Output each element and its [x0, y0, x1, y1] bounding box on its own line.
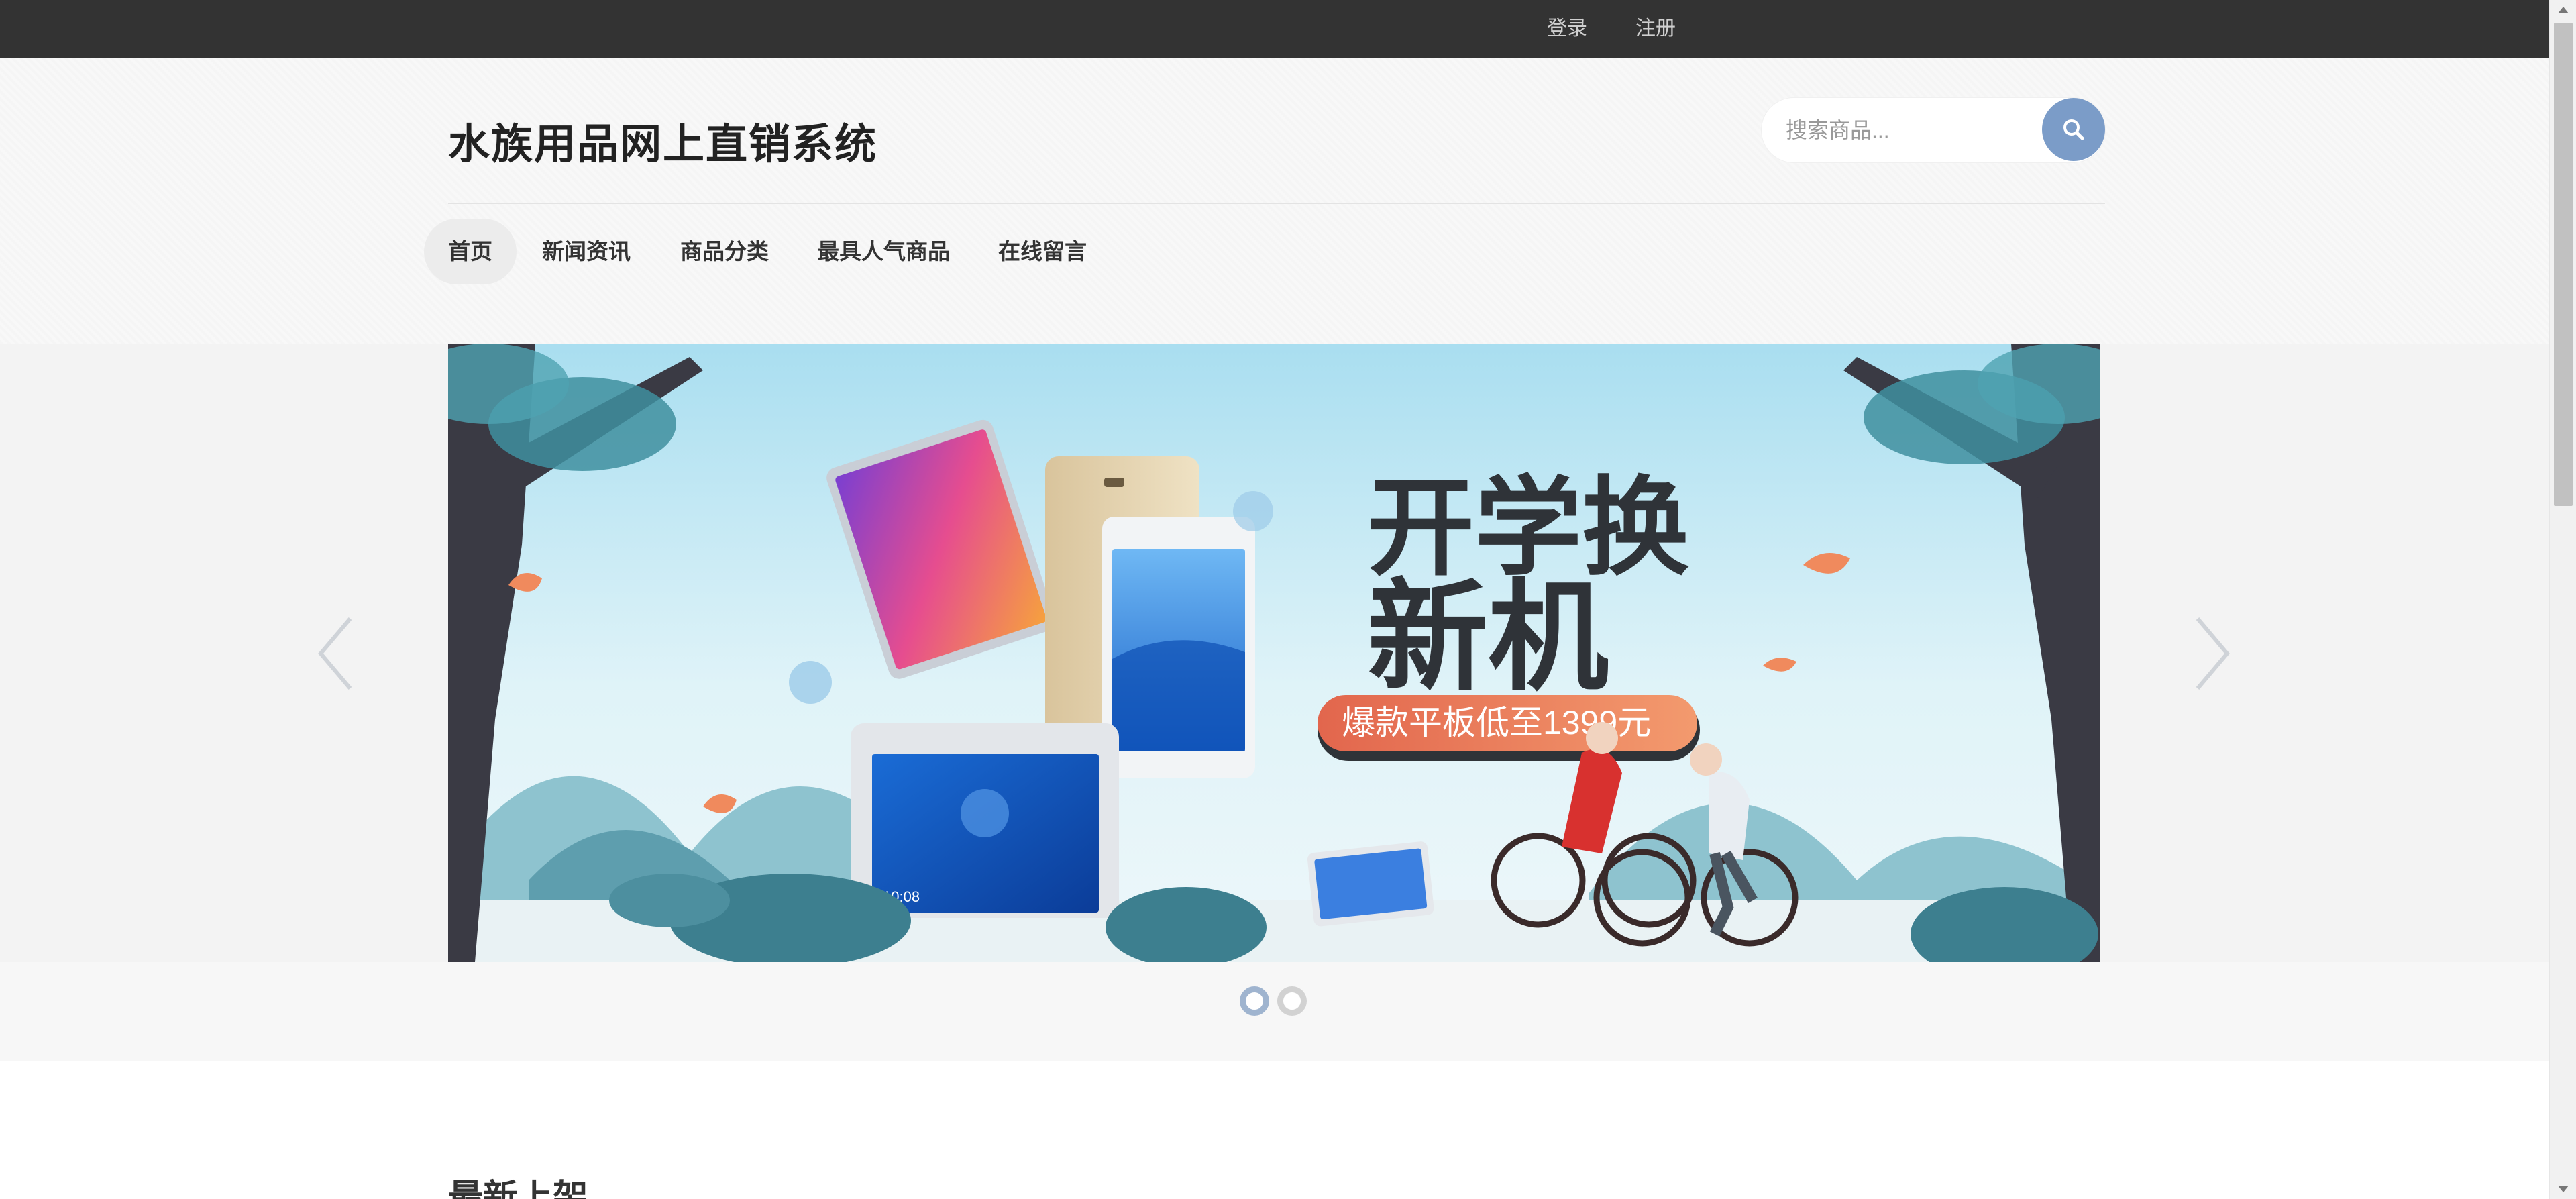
login-link[interactable]: 登录 [1547, 0, 1587, 58]
banner-slider: 10:08 开学换 新机 爆款平板低至1399元 [0, 344, 2549, 962]
header-divider [448, 203, 2105, 204]
site-title: 水族用品网上直销系统 [448, 121, 878, 168]
slide-dot-1[interactable] [1240, 986, 1269, 1016]
banner-image: 10:08 开学换 新机 爆款平板低至1399元 [448, 344, 2100, 962]
nav-item-popular[interactable]: 最具人气商品 [817, 219, 950, 284]
next-slide-arrow[interactable] [2192, 613, 2233, 694]
nav-item-message[interactable]: 在线留言 [998, 219, 1087, 284]
slide-dot-2[interactable] [1277, 986, 1307, 1016]
prev-slide-arrow[interactable] [315, 613, 356, 694]
scroll-down-arrow-icon[interactable] [2558, 1186, 2569, 1192]
latest-products-title: 最新上架 [448, 1178, 588, 1199]
banner-slide[interactable]: 10:08 开学换 新机 爆款平板低至1399元 [448, 344, 2100, 962]
search-box [1762, 98, 2105, 162]
page-scrollbar[interactable] [2549, 0, 2576, 1199]
search-icon [2063, 119, 2084, 140]
scroll-up-arrow-icon[interactable] [2558, 7, 2569, 13]
nav-item-news[interactable]: 新闻资讯 [542, 219, 631, 284]
nav-item-home[interactable]: 首页 [424, 219, 517, 284]
scroll-thumb[interactable] [2554, 23, 2573, 506]
search-button[interactable] [2042, 98, 2105, 161]
banner-headline-line2: 新机 [1367, 566, 1609, 708]
search-input[interactable] [1786, 98, 2041, 162]
site-header: 水族用品网上直销系统 首页 新闻资讯 商品分类 最具人气商品 在线留言 [0, 58, 2549, 344]
nav-item-categories[interactable]: 商品分类 [680, 219, 769, 284]
register-link[interactable]: 注册 [1635, 0, 1676, 58]
slider-pagination [0, 962, 2549, 1061]
top-bar: 登录 注册 [0, 0, 2576, 58]
